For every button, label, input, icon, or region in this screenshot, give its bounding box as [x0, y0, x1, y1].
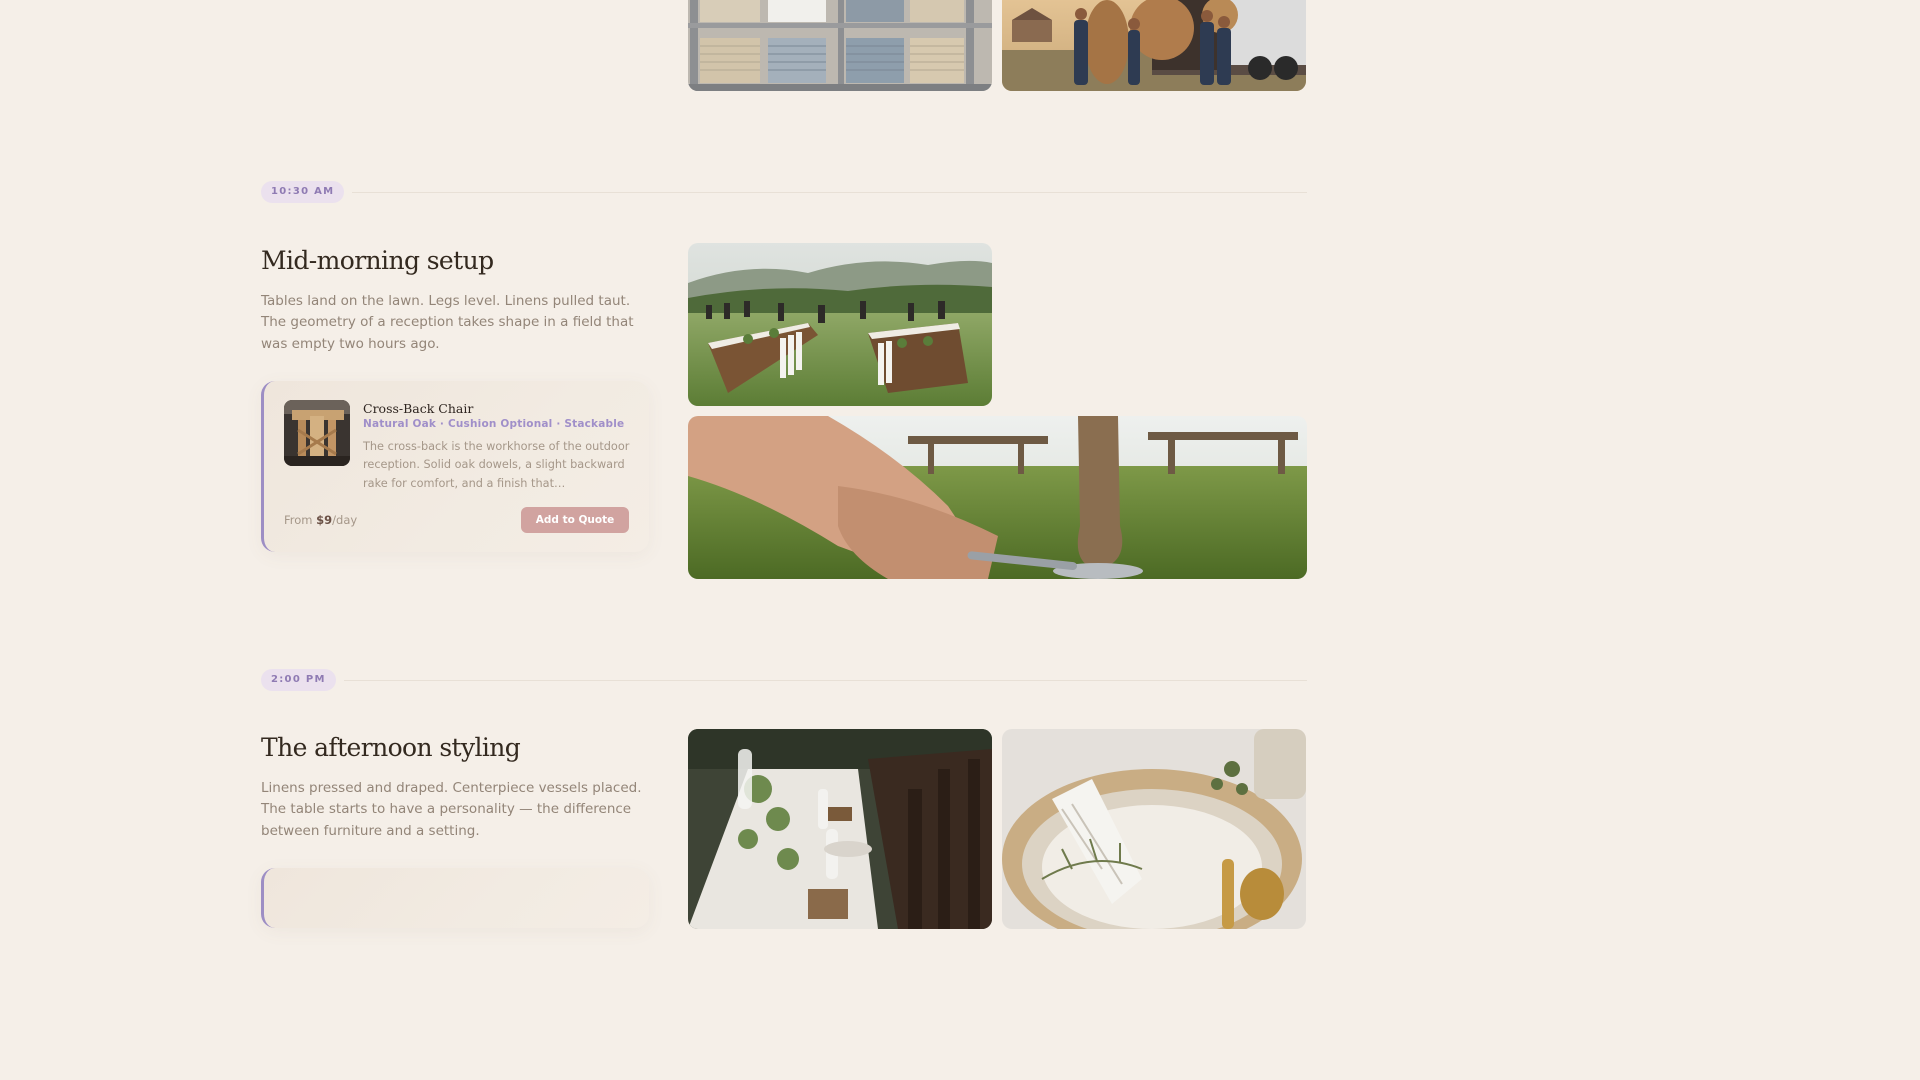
time-marker-1030: 10:30 AM: [261, 181, 345, 203]
lawn-table-setup-photo: [688, 243, 992, 406]
time-marker-200: 2:00 PM: [261, 669, 336, 691]
table-leg-leveling-photo: [688, 416, 1307, 579]
section-title-afternoon-styling: The afternoon styling: [261, 733, 521, 762]
delivery-truck-photo: [1002, 0, 1306, 91]
add-to-quote-button[interactable]: Add to Quote: [521, 507, 629, 533]
product-card-partial[interactable]: [261, 868, 649, 928]
product-tags: Natural Oak · Cushion Optional · Stackab…: [363, 418, 625, 430]
linen-shelves-photo: [688, 0, 992, 91]
product-description: The cross-back is the workhorse of the o…: [363, 440, 630, 490]
price-unit: /day: [332, 513, 358, 527]
timeline-divider: [344, 680, 1307, 681]
timeline-divider: [352, 192, 1307, 193]
product-price: From $9/day: [284, 513, 357, 527]
product-name: Cross-Back Chair: [363, 401, 474, 416]
place-setting-photo: [1002, 729, 1306, 929]
price-prefix: From: [284, 513, 317, 527]
tablescape-photo: [688, 729, 992, 929]
section-title-mid-morning: Mid-morning setup: [261, 246, 494, 275]
section-description-mid-morning: Tables land on the lawn. Legs level. Lin…: [261, 293, 634, 352]
cross-back-chair-thumbnail: [284, 400, 350, 466]
price-value: $9: [316, 513, 333, 527]
section-description-afternoon-styling: Linens pressed and draped. Centerpiece v…: [261, 780, 642, 839]
product-card-cross-back-chair[interactable]: Cross-Back Chair Natural Oak · Cushion O…: [261, 381, 649, 552]
